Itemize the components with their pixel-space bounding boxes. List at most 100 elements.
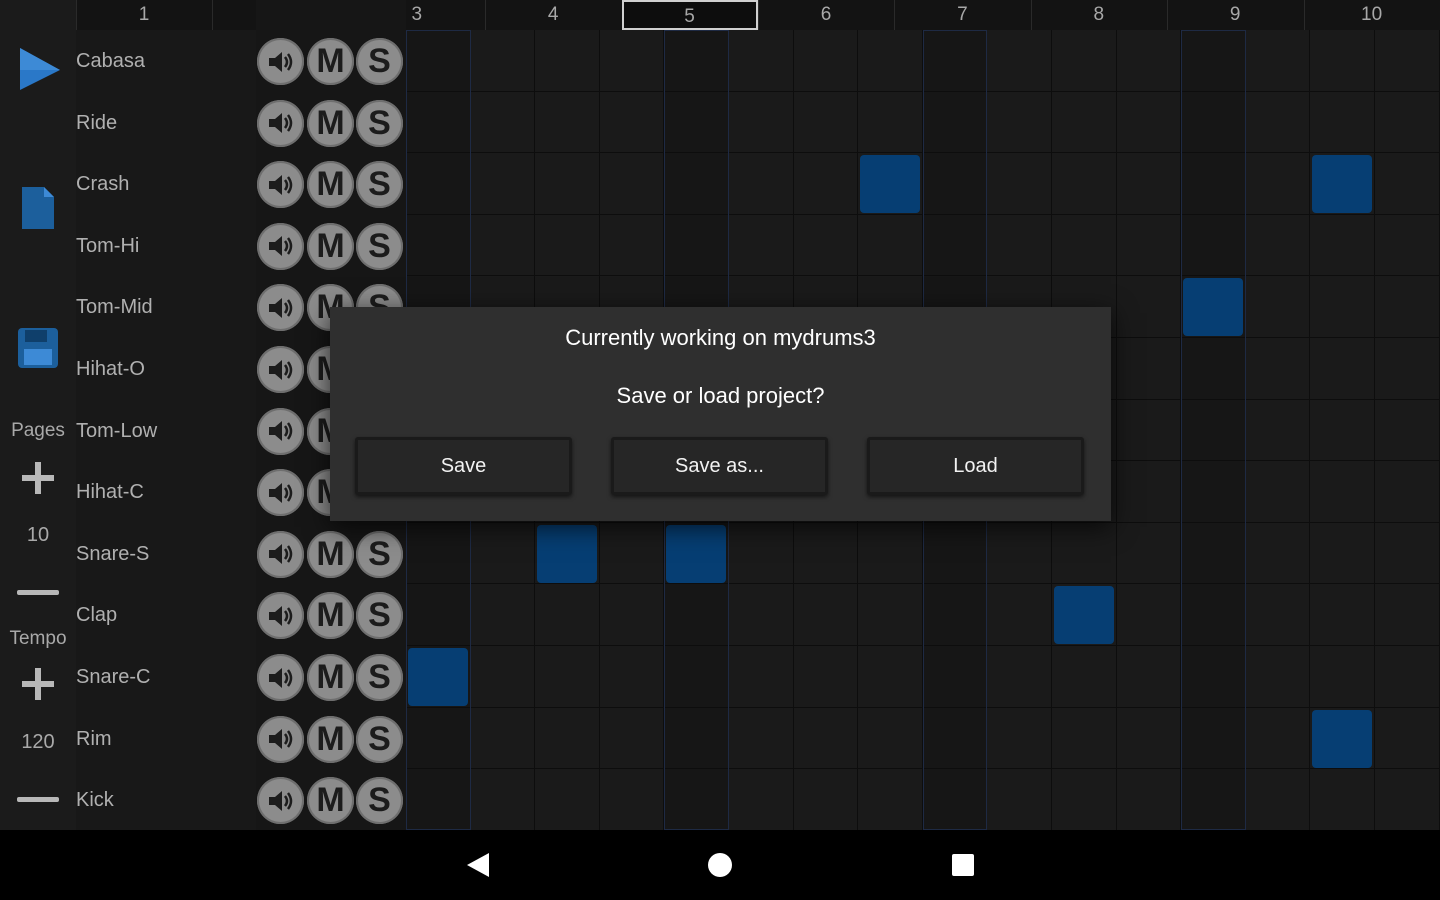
active-note[interactable]: [1054, 586, 1114, 645]
grid-step[interactable]: [793, 214, 859, 277]
grid-step[interactable]: [1052, 214, 1117, 277]
grid-step[interactable]: [1052, 91, 1117, 154]
save-button[interactable]: Save: [355, 437, 572, 495]
mute-button[interactable]: M: [307, 38, 354, 85]
track-name[interactable]: Hihat-O: [76, 338, 256, 400]
bar-number[interactable]: 5: [621, 0, 758, 30]
bar-number[interactable]: 7: [894, 0, 1030, 30]
grid-step[interactable]: [987, 153, 1052, 215]
solo-button[interactable]: S: [356, 99, 403, 147]
grid-step[interactable]: [535, 153, 600, 215]
grid-step[interactable]: [1310, 338, 1375, 400]
grid-step[interactable]: [1245, 769, 1311, 831]
grid-step[interactable]: [1245, 522, 1311, 585]
grid-step[interactable]: [1310, 91, 1375, 154]
track-name[interactable]: Tom-Low: [76, 400, 256, 462]
grid-step[interactable]: [599, 584, 665, 646]
grid-step[interactable]: [987, 707, 1052, 770]
volume-button[interactable]: [257, 407, 304, 455]
grid-step[interactable]: [470, 584, 536, 646]
grid-step[interactable]: [1052, 522, 1117, 585]
grid-step[interactable]: [470, 769, 536, 831]
active-note[interactable]: [537, 524, 598, 583]
grid-step[interactable]: [1310, 522, 1375, 585]
grid-step[interactable]: [987, 769, 1052, 831]
grid-step[interactable]: [1310, 646, 1375, 708]
pages-decrease-button[interactable]: [8, 570, 68, 614]
grid-step[interactable]: [1052, 153, 1117, 215]
grid-step[interactable]: [1116, 769, 1182, 831]
solo-button[interactable]: S: [356, 222, 403, 270]
grid-step[interactable]: [1116, 461, 1182, 523]
track-name[interactable]: Rim: [76, 708, 256, 770]
track-name[interactable]: Ride: [76, 92, 256, 154]
grid-step[interactable]: [1116, 214, 1182, 277]
recents-button[interactable]: [943, 845, 983, 885]
grid-step[interactable]: [1245, 584, 1311, 646]
grid-step[interactable]: [535, 214, 600, 277]
grid-step[interactable]: [535, 30, 600, 92]
solo-button[interactable]: S: [356, 654, 403, 701]
grid-step[interactable]: [858, 214, 923, 277]
volume-button[interactable]: [257, 284, 304, 332]
track-name[interactable]: Cabasa: [76, 30, 256, 92]
volume-button[interactable]: [257, 469, 304, 517]
grid-step[interactable]: [729, 646, 794, 708]
grid-step[interactable]: [1310, 399, 1375, 462]
track-name[interactable]: Kick: [76, 769, 256, 831]
grid-step[interactable]: [599, 30, 665, 92]
grid-step[interactable]: [987, 584, 1052, 646]
grid-step[interactable]: [1375, 153, 1440, 215]
grid-step[interactable]: [1116, 522, 1182, 585]
grid-step[interactable]: [858, 30, 923, 92]
grid-step[interactable]: [1375, 338, 1440, 400]
grid-step[interactable]: [1116, 646, 1182, 708]
bar-number[interactable]: 1: [76, 0, 212, 30]
grid-step[interactable]: [1116, 707, 1182, 770]
grid-step[interactable]: [729, 153, 794, 215]
grid-step[interactable]: [1116, 276, 1182, 338]
mute-button[interactable]: M: [307, 161, 354, 209]
mute-button[interactable]: M: [307, 99, 354, 147]
grid-step[interactable]: [599, 91, 665, 154]
volume-button[interactable]: [257, 161, 304, 209]
grid-step[interactable]: [470, 214, 536, 277]
grid-step[interactable]: [1375, 276, 1440, 338]
volume-button[interactable]: [257, 38, 304, 85]
grid-step[interactable]: [1375, 584, 1440, 646]
mute-button[interactable]: M: [307, 592, 354, 640]
grid-step[interactable]: [535, 91, 600, 154]
save-as-button[interactable]: Save as...: [611, 437, 828, 495]
mute-button[interactable]: M: [307, 715, 354, 763]
grid-step[interactable]: [858, 522, 923, 585]
volume-button[interactable]: [257, 346, 304, 393]
grid-step[interactable]: [599, 707, 665, 770]
track-name[interactable]: Crash: [76, 153, 256, 215]
grid-step[interactable]: [599, 214, 665, 277]
back-button[interactable]: [458, 845, 498, 885]
grid-step[interactable]: [1116, 584, 1182, 646]
grid-step[interactable]: [1052, 646, 1117, 708]
home-button[interactable]: [700, 845, 740, 885]
grid-step[interactable]: [535, 769, 600, 831]
grid-step[interactable]: [470, 522, 536, 585]
grid-step[interactable]: [1375, 461, 1440, 523]
grid-step[interactable]: [1375, 522, 1440, 585]
grid-step[interactable]: [1245, 338, 1311, 400]
bar-number[interactable]: 9: [1167, 0, 1303, 30]
solo-button[interactable]: S: [356, 530, 403, 578]
volume-button[interactable]: [257, 715, 304, 763]
grid-step[interactable]: [987, 214, 1052, 277]
grid-step[interactable]: [1375, 399, 1440, 462]
solo-button[interactable]: S: [356, 38, 403, 85]
grid-step[interactable]: [1310, 276, 1375, 338]
grid-step[interactable]: [793, 522, 859, 585]
grid-step[interactable]: [1052, 707, 1117, 770]
grid-step[interactable]: [729, 30, 794, 92]
grid-step[interactable]: [599, 153, 665, 215]
grid-step[interactable]: [1116, 153, 1182, 215]
grid-step[interactable]: [1310, 461, 1375, 523]
grid-step[interactable]: [1116, 399, 1182, 462]
grid-step[interactable]: [793, 91, 859, 154]
tempo-decrease-button[interactable]: [8, 777, 68, 821]
